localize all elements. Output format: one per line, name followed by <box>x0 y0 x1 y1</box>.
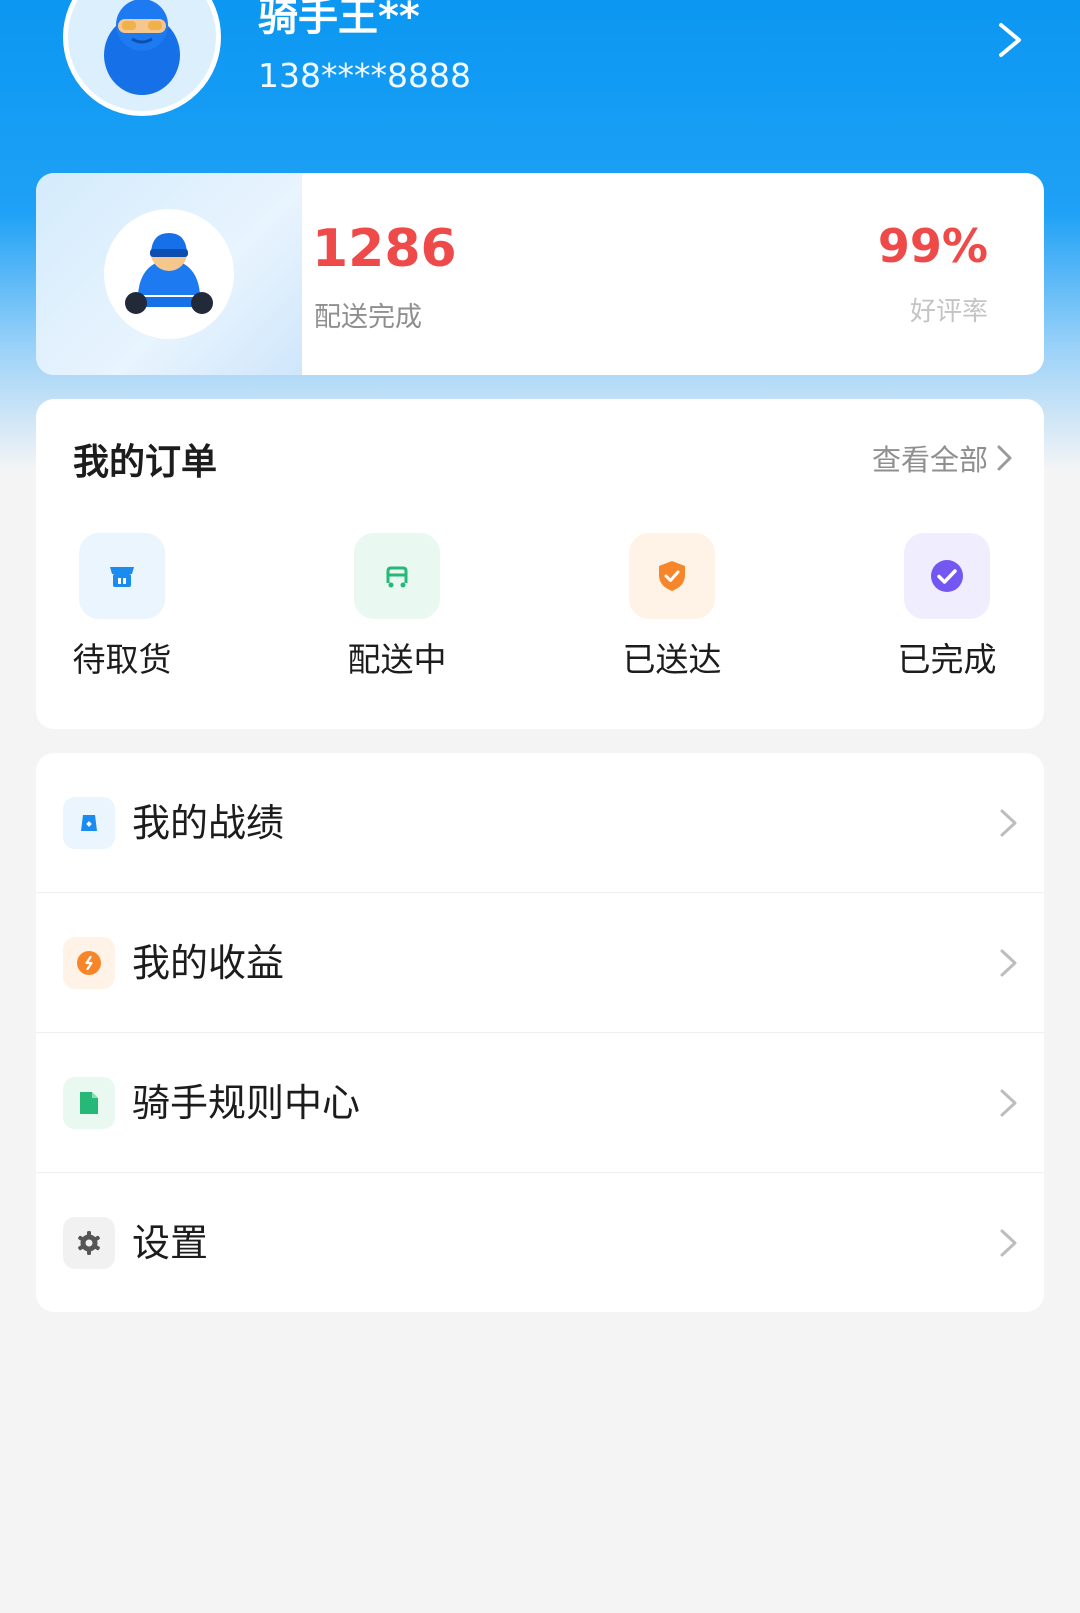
menu-item-earnings[interactable]: 我的收益 <box>36 893 1044 1033</box>
menu-item-label: 设置 <box>132 1221 209 1265</box>
order-status-delivering[interactable]: 配送中 <box>312 533 482 683</box>
shop-icon <box>79 533 165 619</box>
chevron-right-icon[interactable] <box>995 22 1025 58</box>
menu-item-rules-center[interactable]: 骑手规则中心 <box>36 1033 1044 1173</box>
menu-item-label: 骑手规则中心 <box>132 1081 361 1125</box>
chevron-right-icon <box>1000 1229 1017 1257</box>
document-icon <box>63 1077 115 1129</box>
completed-orders-label: 配送完成 <box>314 302 422 333</box>
rider-avatar-icon <box>104 0 180 95</box>
order-status-label: 已完成 <box>897 640 997 679</box>
menu-item-label: 我的战绩 <box>132 801 285 845</box>
chevron-right-icon <box>997 445 1012 471</box>
check-circle-icon <box>904 533 990 619</box>
chevron-right-icon <box>1000 949 1017 977</box>
delivery-cart-icon <box>354 533 440 619</box>
rating-label: 好评率 <box>909 297 988 327</box>
profile-header[interactable]: 骑手王** 138****8888 <box>0 0 1080 170</box>
shield-check-icon <box>629 533 715 619</box>
view-all-label: 查看全部 <box>871 443 988 477</box>
orders-title: 我的订单 <box>73 442 218 483</box>
chevron-right-icon <box>1000 809 1017 837</box>
rider-scooter-icon <box>125 233 213 314</box>
order-status-label: 配送中 <box>347 640 447 679</box>
menu-item-settings[interactable]: 设置 <box>36 1173 1044 1312</box>
my-orders-card: 我的订单 查看全部 待取货 配送中 已送达 已完成 <box>36 399 1044 729</box>
avatar[interactable] <box>63 0 221 116</box>
menu-item-performance[interactable]: 我的战绩 <box>36 753 1044 893</box>
rider-scooter-avatar <box>104 209 234 339</box>
stats-card: 1286 配送完成 99% 好评率 <box>36 173 1044 375</box>
rating-value: 99% <box>877 219 988 273</box>
chevron-right-icon <box>1000 1089 1017 1117</box>
menu-item-label: 我的收益 <box>132 941 285 985</box>
stats-avatar-panel <box>36 173 302 375</box>
bag-icon <box>63 797 115 849</box>
rider-name: 骑手王** <box>258 0 420 40</box>
menu-list: 我的战绩 我的收益 骑手规则中心 设置 <box>36 753 1044 1312</box>
rider-phone: 138****8888 <box>258 56 471 95</box>
view-all-link[interactable]: 查看全部 <box>872 437 1014 479</box>
coin-icon <box>63 937 115 989</box>
order-status-completed[interactable]: 已完成 <box>862 533 1032 683</box>
order-status-label: 待取货 <box>72 640 172 679</box>
completed-orders-value: 1286 <box>312 219 457 279</box>
order-status-delivered[interactable]: 已送达 <box>587 533 757 683</box>
order-status-pending-pickup[interactable]: 待取货 <box>37 533 207 683</box>
gear-icon <box>63 1217 115 1269</box>
order-status-label: 已送达 <box>622 640 722 679</box>
